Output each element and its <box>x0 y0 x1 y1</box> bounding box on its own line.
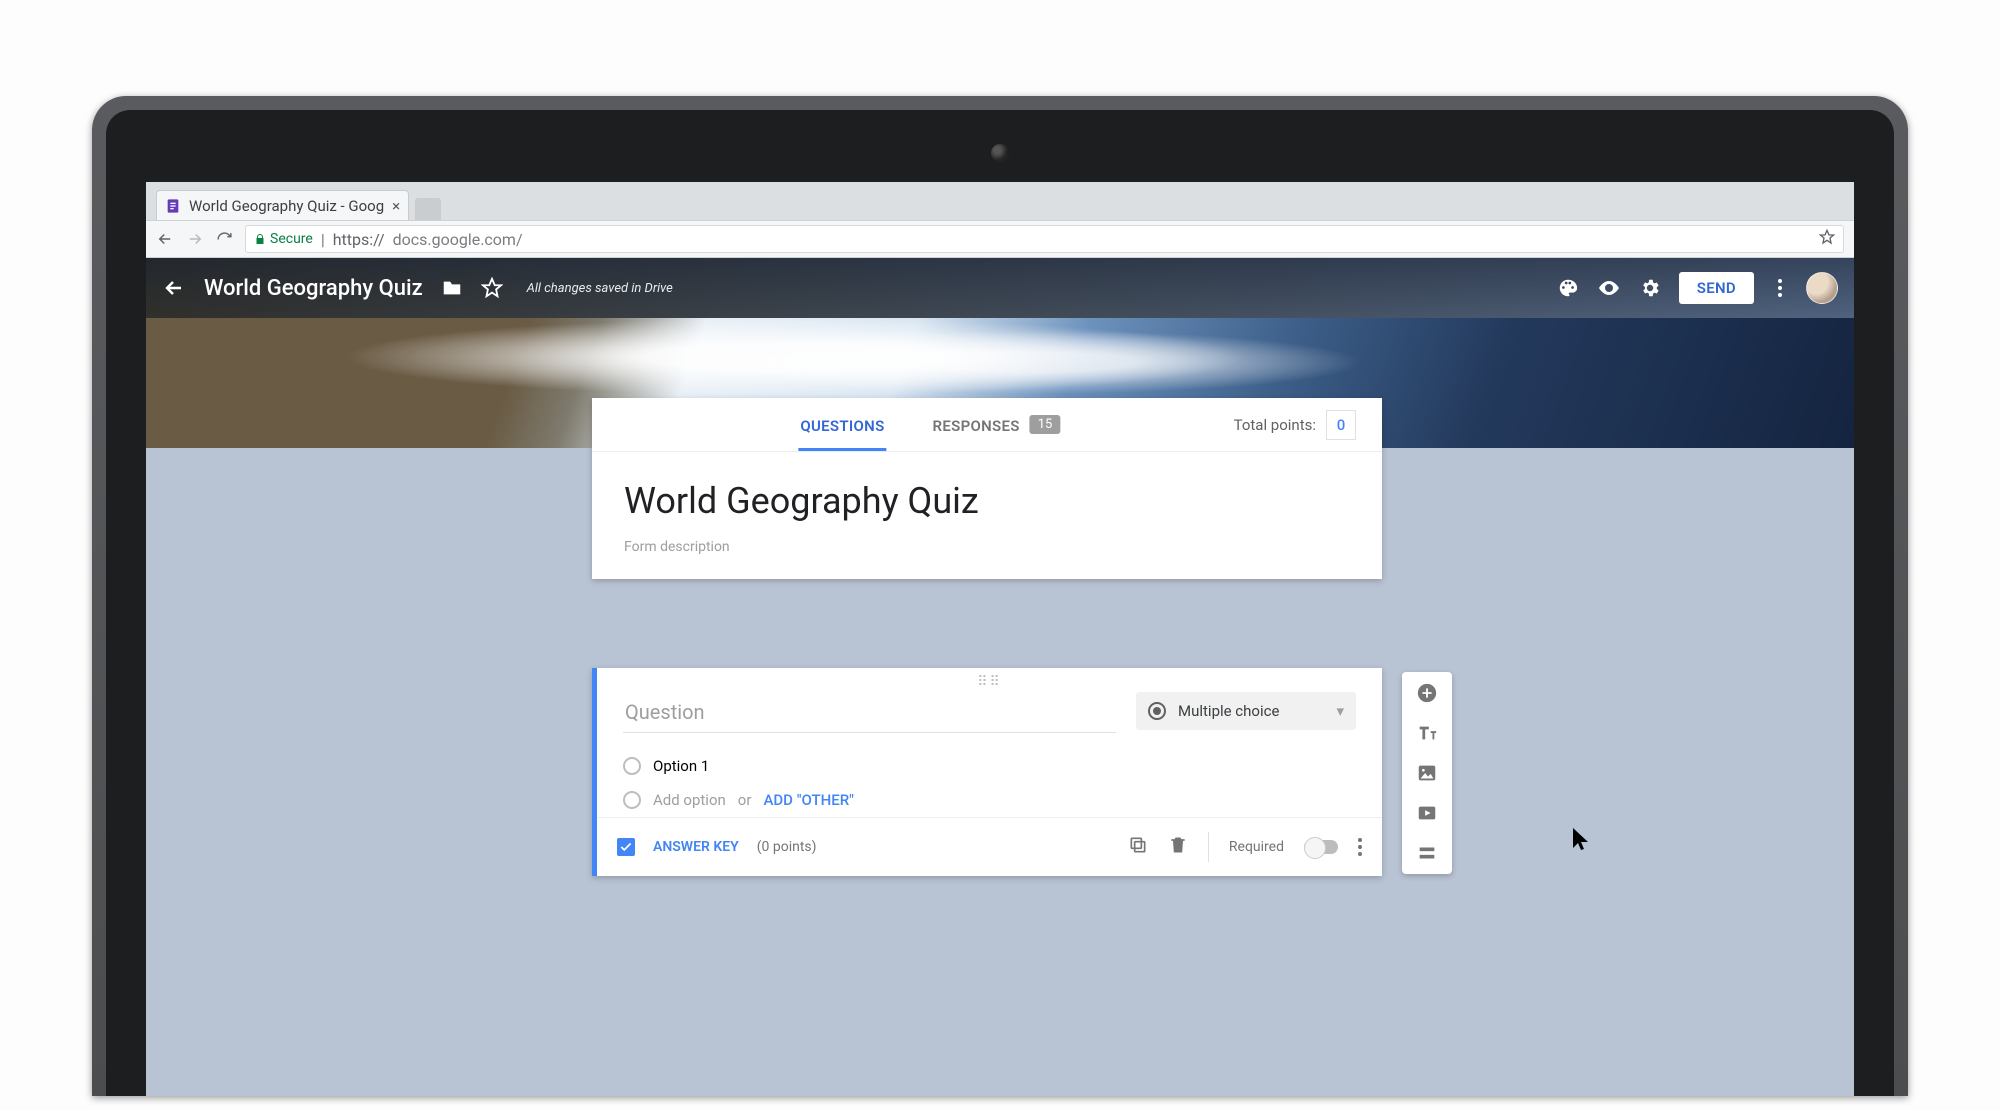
preview-eye-icon[interactable] <box>1597 276 1621 300</box>
total-points-value[interactable]: 0 <box>1326 410 1356 440</box>
required-label: Required <box>1229 839 1284 855</box>
reload-icon[interactable] <box>216 231 233 248</box>
question-type-dropdown[interactable]: Multiple choice ▾ <box>1136 692 1356 730</box>
add-video-icon[interactable] <box>1416 802 1438 824</box>
url-prefix: https:// <box>333 230 385 249</box>
option-row[interactable]: Option 1 <box>597 749 1382 783</box>
laptop-bezel: World Geography Quiz - Goog × <box>92 96 1908 1096</box>
save-status: All changes saved in Drive <box>527 281 673 296</box>
browser-tab-title: World Geography Quiz - Goog <box>189 197 384 215</box>
radio-circle-icon <box>623 757 641 775</box>
divider <box>1208 832 1209 862</box>
question-card: ⠿⠿ Question Multiple choice ▾ Option 1 <box>592 668 1382 876</box>
total-points-label: Total points: <box>1234 416 1316 434</box>
screen: World Geography Quiz - Goog × <box>146 182 1854 1096</box>
radio-circle-icon <box>623 791 641 809</box>
document-title[interactable]: World Geography Quiz <box>204 276 423 301</box>
radio-icon <box>1148 702 1166 720</box>
answer-key-button[interactable]: ANSWER KEY <box>653 839 739 855</box>
chevron-down-icon: ▾ <box>1336 702 1344 720</box>
secure-badge: Secure <box>254 231 313 247</box>
or-label: or <box>738 791 752 809</box>
settings-gear-icon[interactable] <box>1639 277 1661 299</box>
add-option-row: Add option or ADD "OTHER" <box>597 783 1382 817</box>
question-more-icon[interactable] <box>1358 838 1362 856</box>
forms-favicon-icon <box>165 198 181 214</box>
points-text: (0 points) <box>757 839 817 855</box>
delete-trash-icon[interactable] <box>1168 835 1188 859</box>
lock-icon <box>254 233 266 245</box>
floating-toolbar <box>1402 672 1452 874</box>
new-tab-button[interactable] <box>415 198 441 220</box>
folder-icon[interactable] <box>441 277 463 299</box>
required-toggle[interactable] <box>1304 840 1338 854</box>
responses-count-chip: 15 <box>1030 415 1061 434</box>
card-tabs: QUESTIONS RESPONSES 15 Total points: 0 <box>592 398 1382 452</box>
cursor-icon <box>1571 826 1591 856</box>
canvas: QUESTIONS RESPONSES 15 Total points: 0 <box>146 448 1854 1096</box>
bookmark-star-icon[interactable] <box>1819 229 1835 249</box>
send-button[interactable]: SEND <box>1679 272 1754 304</box>
question-footer: ANSWER KEY (0 points) Required <box>597 817 1382 876</box>
add-other-button[interactable]: ADD "OTHER" <box>763 791 854 809</box>
option-1-text[interactable]: Option 1 <box>653 757 709 775</box>
star-icon[interactable] <box>481 277 503 299</box>
tab-responses[interactable]: RESPONSES <box>931 399 1022 451</box>
question-text-input[interactable]: Question <box>623 692 1116 733</box>
forward-icon[interactable] <box>186 230 204 248</box>
browser-tab[interactable]: World Geography Quiz - Goog × <box>156 190 409 220</box>
more-options-icon[interactable] <box>1772 279 1788 297</box>
duplicate-icon[interactable] <box>1128 835 1148 859</box>
webcam-icon <box>991 144 1009 162</box>
laptop-inner-bezel: World Geography Quiz - Goog × <box>106 110 1894 1096</box>
add-title-text-icon[interactable] <box>1416 722 1438 744</box>
back-icon[interactable] <box>156 230 174 248</box>
app-header: World Geography Quiz All changes saved i… <box>146 258 1854 318</box>
form-description-input[interactable]: Form description <box>624 539 1350 555</box>
palette-icon[interactable] <box>1557 277 1579 299</box>
back-arrow-icon[interactable] <box>162 276 186 300</box>
drag-handle-icon[interactable]: ⠿⠿ <box>977 668 1002 686</box>
add-option-button[interactable]: Add option <box>653 791 726 809</box>
form-header-card: QUESTIONS RESPONSES 15 Total points: 0 <box>592 398 1382 579</box>
question-type-label: Multiple choice <box>1178 702 1279 720</box>
add-section-icon[interactable] <box>1416 842 1438 864</box>
answer-key-checkbox[interactable] <box>617 838 635 856</box>
add-image-icon[interactable] <box>1416 762 1438 784</box>
url-rest: docs.google.com/ <box>393 230 523 249</box>
add-question-icon[interactable] <box>1416 682 1438 704</box>
address-bar[interactable]: Secure | https://docs.google.com/ <box>245 225 1844 253</box>
browser-tabstrip: World Geography Quiz - Goog × <box>146 182 1854 220</box>
tab-questions[interactable]: QUESTIONS <box>798 399 886 451</box>
form-title-input[interactable]: World Geography Quiz <box>624 480 1350 523</box>
browser-toolbar: Secure | https://docs.google.com/ <box>146 220 1854 258</box>
close-tab-icon[interactable]: × <box>392 197 400 215</box>
avatar[interactable] <box>1806 272 1838 304</box>
secure-label: Secure <box>270 231 313 247</box>
